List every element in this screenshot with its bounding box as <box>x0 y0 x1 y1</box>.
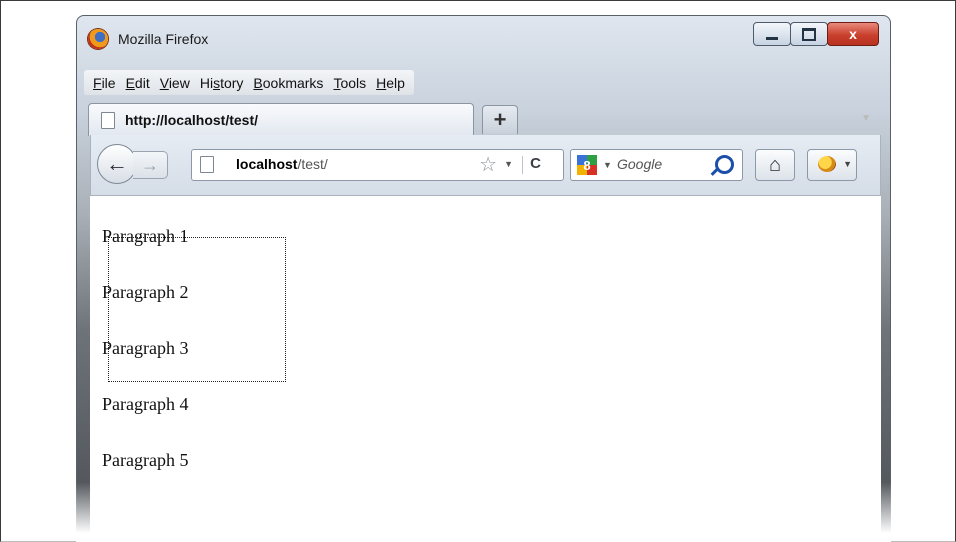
window-controls: x <box>753 22 879 46</box>
tab-list-chevron-icon[interactable]: ▼ <box>861 113 871 124</box>
home-button[interactable]: ⌂ <box>755 149 795 181</box>
site-identity-icon[interactable] <box>200 156 214 173</box>
forward-button[interactable]: → <box>133 151 168 179</box>
search-engine-dropdown-icon[interactable]: ▼ <box>603 160 612 170</box>
search-engine-label: Google <box>617 156 663 172</box>
paragraph-2: Paragraph 2 <box>102 282 189 302</box>
tab-strip: http://localhost/test/ + ▼ <box>84 101 883 136</box>
maximize-button[interactable] <box>790 22 828 46</box>
window-title: Mozilla Firefox <box>118 31 209 47</box>
menu-help[interactable]: Help <box>371 75 410 91</box>
minimize-icon <box>766 36 778 40</box>
reload-icon[interactable]: C <box>530 155 541 172</box>
paragraph-4: Paragraph 4 <box>102 394 189 414</box>
paragraph-3: Paragraph 3 <box>102 338 189 358</box>
back-button[interactable]: ← <box>97 144 137 184</box>
google-logo-icon[interactable]: 8 <box>577 155 597 175</box>
menu-file[interactable]: File <box>88 75 121 91</box>
page-icon <box>101 112 115 129</box>
menu-history[interactable]: History <box>195 75 249 91</box>
url-separator <box>522 156 523 174</box>
url-text[interactable]: localhost/test/ <box>236 156 328 172</box>
addon-dropdown-icon[interactable]: ▼ <box>843 159 852 169</box>
page-content: Paragraph 1 Paragraph 2 Paragraph 3 Para… <box>90 196 881 542</box>
paragraph-5: Paragraph 5 <box>102 450 189 470</box>
close-icon: x <box>849 26 857 42</box>
menu-tools[interactable]: Tools <box>328 75 371 91</box>
svg-text:8: 8 <box>583 158 590 173</box>
paragraph-1: Paragraph 1 <box>102 226 189 246</box>
menu-edit[interactable]: Edit <box>121 75 155 91</box>
menu-view[interactable]: View <box>155 75 195 91</box>
addon-button[interactable]: ▼ <box>807 149 857 181</box>
new-tab-button[interactable]: + <box>482 105 518 134</box>
tab-localhost-test[interactable]: http://localhost/test/ <box>88 103 474 136</box>
navigation-toolbar: ← → localhost/test/ ☆ ▼ C 8 ▼ Google ⌂ ▼ <box>90 135 881 196</box>
bookmark-star-icon[interactable]: ☆ <box>479 152 497 177</box>
menu-bar: File Edit View History Bookmarks Tools H… <box>84 70 414 95</box>
url-history-dropdown-icon[interactable]: ▼ <box>504 159 513 169</box>
search-bar[interactable]: 8 ▼ Google <box>570 149 743 181</box>
minimize-button[interactable] <box>753 22 791 46</box>
address-bar[interactable]: localhost/test/ ☆ ▼ C <box>191 149 564 181</box>
maximize-icon <box>802 27 816 41</box>
forward-arrow-icon: → <box>141 154 159 175</box>
search-icon[interactable] <box>715 155 734 174</box>
home-icon: ⌂ <box>768 153 782 176</box>
focus-outline <box>108 237 286 382</box>
firefox-logo-icon <box>88 29 108 49</box>
tab-title: http://localhost/test/ <box>125 112 258 128</box>
firebug-icon <box>818 156 836 172</box>
firefox-window: Mozilla Firefox x File Edit View History… <box>76 15 891 542</box>
menu-bookmarks[interactable]: Bookmarks <box>248 75 328 91</box>
close-button[interactable]: x <box>827 22 879 46</box>
title-bar: Mozilla Firefox x <box>76 15 891 49</box>
back-arrow-icon: ← <box>106 151 128 176</box>
